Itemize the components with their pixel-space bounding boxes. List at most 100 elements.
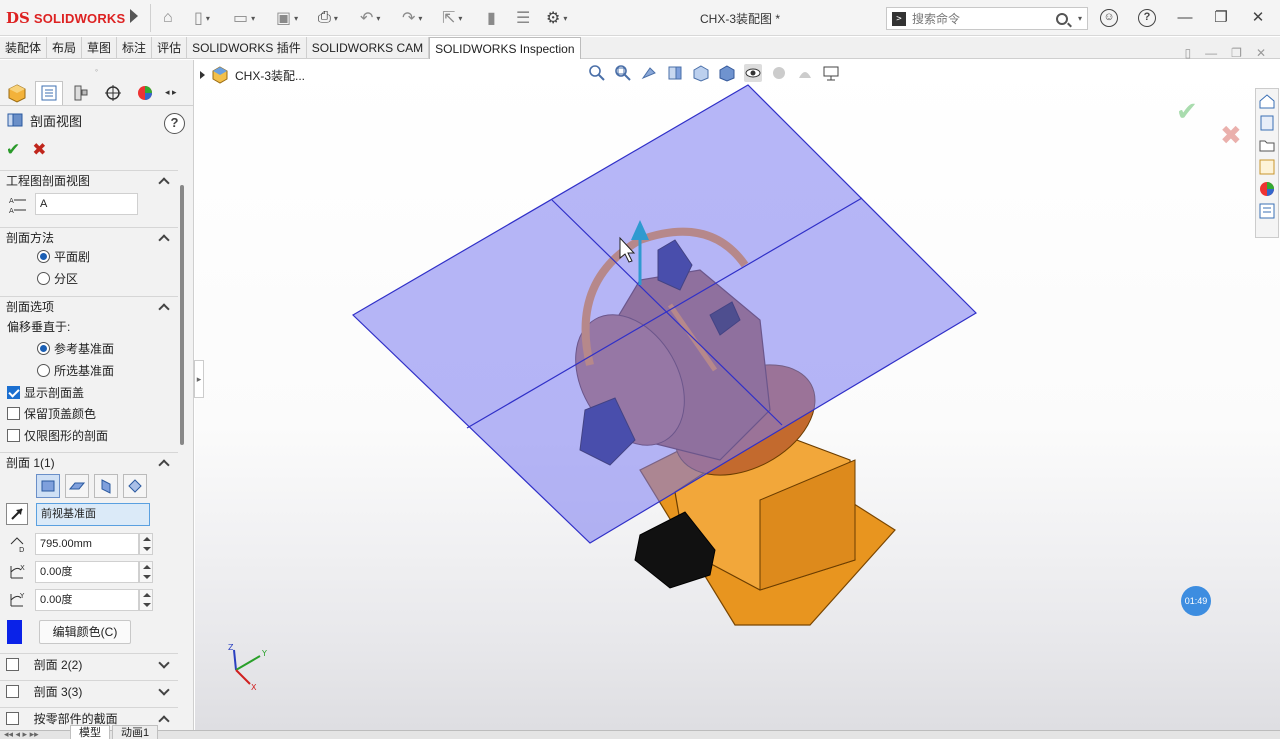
- radio-button[interactable]: [37, 342, 50, 355]
- x-rotation-spinner[interactable]: [139, 561, 153, 583]
- panel-grip[interactable]: ◦: [0, 60, 193, 80]
- group-header[interactable]: 剖面 2(2): [0, 653, 178, 675]
- solidworks-resources-icon[interactable]: [1258, 92, 1276, 110]
- tile-view-icon[interactable]: ▯: [1185, 46, 1192, 60]
- checkbox[interactable]: [7, 429, 20, 442]
- expand-chevron-icon[interactable]: [158, 656, 170, 669]
- reverse-direction-icon[interactable]: [6, 503, 28, 525]
- collapse-chevron-icon[interactable]: [158, 714, 170, 727]
- display-manager-tab[interactable]: [131, 81, 159, 105]
- radio-selected-plane[interactable]: 所选基准面: [37, 360, 114, 381]
- feature-manager-tab[interactable]: [3, 81, 31, 105]
- close-icon[interactable]: ✕: [1249, 9, 1267, 27]
- expand-caret-icon[interactable]: [200, 71, 205, 79]
- section-name-input[interactable]: A: [35, 193, 138, 215]
- property-manager-tab[interactable]: [35, 80, 63, 105]
- section-plane[interactable]: [352, 84, 977, 544]
- checkbox-graphics-only-section[interactable]: 仅限图形的剖面: [7, 425, 108, 446]
- print-icon[interactable]: ⎙ ▾: [318, 7, 338, 29]
- tab-model[interactable]: 模型: [70, 725, 110, 739]
- new-document-icon[interactable]: ▯ ▾: [194, 7, 210, 29]
- radio-button[interactable]: [37, 364, 50, 377]
- distance-input[interactable]: 795.00mm: [35, 533, 139, 555]
- front-plane-button[interactable]: [36, 474, 60, 498]
- collapse-chevron-icon[interactable]: [158, 458, 170, 471]
- confirmation-cancel-icon[interactable]: ✖: [1220, 120, 1242, 151]
- timer-badge[interactable]: 01:49: [1181, 586, 1211, 616]
- y-rotation-spinner[interactable]: [139, 589, 153, 611]
- collapse-chevron-icon[interactable]: [158, 176, 170, 189]
- configuration-manager-tab[interactable]: [67, 81, 95, 105]
- menu-expand-icon[interactable]: [130, 9, 138, 23]
- design-library-icon[interactable]: [1258, 114, 1276, 132]
- doc-close-icon[interactable]: ✕: [1256, 46, 1266, 60]
- checkbox[interactable]: [6, 658, 19, 671]
- panel-scrollbar[interactable]: [180, 185, 184, 445]
- section-color-swatch[interactable]: [7, 620, 22, 644]
- top-plane-button[interactable]: [65, 474, 89, 498]
- doc-minimize-icon[interactable]: —: [1205, 46, 1217, 60]
- help-icon[interactable]: ?: [1138, 9, 1156, 27]
- solidworks-logo[interactable]: DS SOLIDWORKS: [6, 9, 125, 27]
- x-rotation-input[interactable]: 0.00度: [35, 561, 139, 583]
- home-icon[interactable]: ⌂: [163, 7, 173, 29]
- group-header[interactable]: 剖面方法: [0, 227, 178, 247]
- collapse-chevron-icon[interactable]: [158, 233, 170, 246]
- reference-plane-field[interactable]: 前视基准面: [36, 503, 150, 526]
- tab-markup[interactable]: 标注: [117, 37, 153, 59]
- confirmation-ok-icon[interactable]: ✔: [1176, 96, 1198, 127]
- search-icon[interactable]: [1055, 12, 1068, 25]
- collapse-chevron-icon[interactable]: [158, 302, 170, 315]
- file-explorer-icon[interactable]: [1258, 136, 1276, 154]
- file-properties-icon[interactable]: ☰: [516, 7, 530, 29]
- radio-reference-plane[interactable]: 参考基准面: [37, 338, 114, 359]
- tab-assembly[interactable]: 装配体: [0, 37, 48, 59]
- checkbox[interactable]: [7, 386, 20, 399]
- feature-tree-flyout[interactable]: CHX-3装配...: [200, 66, 305, 84]
- options-gear-icon[interactable]: ⚙ ▾: [546, 7, 567, 29]
- y-rotation-input[interactable]: 0.00度: [35, 589, 139, 611]
- search-command-box[interactable]: > 搜索命令 ▾: [886, 7, 1088, 30]
- radio-button[interactable]: [37, 250, 50, 263]
- help-button[interactable]: ?: [164, 113, 185, 134]
- select-icon[interactable]: ⇱ ▾: [442, 7, 462, 29]
- cancel-button[interactable]: ✖: [32, 140, 46, 160]
- tab-addins[interactable]: SOLIDWORKS 插件: [187, 37, 307, 59]
- group-header[interactable]: 工程图剖面视图: [0, 170, 178, 190]
- tab-scroll-arrows-icon[interactable]: ◂ ▸: [165, 87, 177, 98]
- right-plane-button[interactable]: [94, 474, 118, 498]
- assembly-3d-model[interactable]: [340, 80, 1000, 640]
- search-input[interactable]: 搜索命令: [912, 10, 1056, 27]
- checkbox-show-section-cap[interactable]: 显示剖面盖: [7, 382, 84, 403]
- tab-evaluate[interactable]: 评估: [152, 37, 188, 59]
- edit-color-button[interactable]: 编辑颜色(C): [39, 620, 131, 644]
- radio-zonal[interactable]: 分区: [37, 268, 78, 289]
- expand-chevron-icon[interactable]: [158, 683, 170, 696]
- restore-icon[interactable]: ❐: [1212, 9, 1230, 27]
- group-header[interactable]: 剖面 3(3): [0, 680, 178, 702]
- distance-spinner[interactable]: [139, 533, 153, 555]
- radio-planar[interactable]: 平面剧: [37, 246, 90, 267]
- radio-button[interactable]: [37, 272, 50, 285]
- group-header[interactable]: 剖面 1(1): [0, 452, 178, 472]
- redo-icon[interactable]: ↷ ▾: [402, 7, 422, 29]
- tab-cam[interactable]: SOLIDWORKS CAM: [307, 37, 430, 59]
- view-palette-icon[interactable]: [1258, 158, 1276, 176]
- tab-sketch[interactable]: 草图: [82, 37, 118, 59]
- tab-inspection[interactable]: SOLIDWORKS Inspection: [429, 37, 581, 59]
- doc-restore-icon[interactable]: ❐: [1231, 46, 1242, 60]
- checkbox[interactable]: [7, 407, 20, 420]
- custom-properties-icon[interactable]: [1258, 202, 1276, 220]
- tab-layout[interactable]: 布局: [47, 37, 83, 59]
- checkbox[interactable]: [6, 712, 19, 725]
- ok-button[interactable]: ✔: [6, 140, 20, 160]
- save-icon[interactable]: ▣ ▾: [276, 7, 298, 29]
- undo-icon[interactable]: ↶ ▾: [360, 7, 380, 29]
- open-icon[interactable]: ▭ ▾: [233, 7, 255, 29]
- rebuild-icon[interactable]: ▮: [487, 7, 496, 29]
- group-header[interactable]: 剖面选项: [0, 296, 178, 316]
- custom-plane-button[interactable]: [123, 474, 147, 498]
- account-icon[interactable]: ☺: [1100, 9, 1118, 27]
- checkbox[interactable]: [6, 685, 19, 698]
- panel-split-handle[interactable]: ▸: [194, 360, 204, 398]
